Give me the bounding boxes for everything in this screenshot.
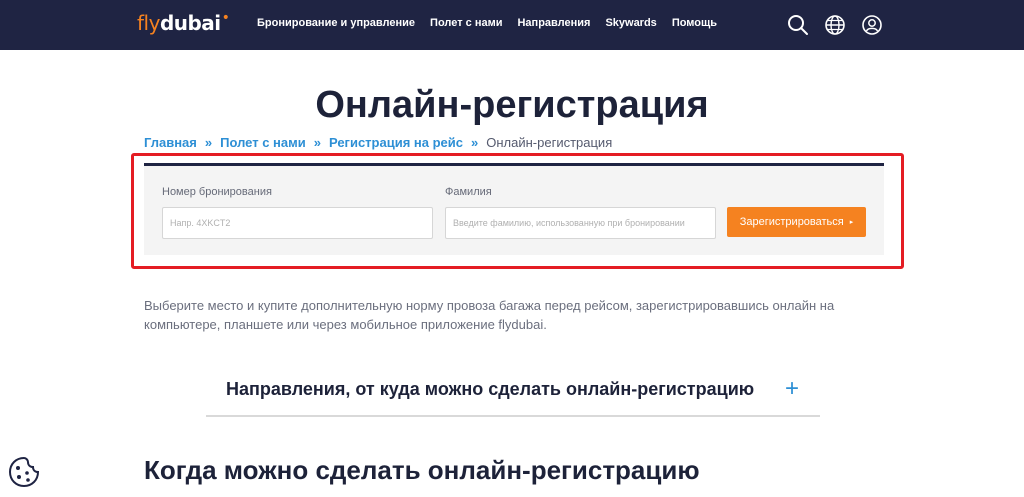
caret-right-icon: ▸: [849, 219, 854, 226]
section-title: Когда можно сделать онлайн-регистрацию: [144, 455, 700, 485]
user-icon[interactable]: [861, 14, 883, 36]
check-in-button[interactable]: Зарегистрироваться ▸: [727, 207, 866, 237]
breadcrumb-current: Онлайн-регистрация: [486, 135, 613, 150]
breadcrumb-home[interactable]: Главная: [144, 135, 197, 150]
search-icon[interactable]: [787, 14, 809, 36]
intro-text: Выберите место и купите дополнительную н…: [144, 298, 835, 332]
globe-icon[interactable]: [824, 14, 846, 36]
page-title: Онлайн-регистрация: [315, 84, 709, 126]
cookie-settings-icon[interactable]: [6, 454, 42, 490]
destinations-accordion[interactable]: Направления, от куда можно сделать онлай…: [206, 365, 820, 417]
check-in-form: Номер бронирования Фамилия Зарегистриров…: [144, 163, 884, 255]
main-nav: Бронирование и управление Полет с нами Н…: [257, 17, 732, 29]
surname-input[interactable]: [445, 207, 716, 239]
nav-item-help[interactable]: Помощь: [672, 17, 717, 29]
plus-icon[interactable]: +: [785, 377, 799, 401]
nav-item-destinations[interactable]: Направления: [517, 17, 590, 29]
breadcrumb-fly-with-us[interactable]: Полет с нами: [220, 135, 306, 150]
breadcrumb: Главная » Полет с нами » Регистрация на рейс…: [144, 135, 612, 150]
breadcrumb-check-in[interactable]: Регистрация на рейс: [329, 135, 463, 150]
check-in-button-label: Зарегистрироваться: [739, 216, 844, 228]
flydubai-logo[interactable]: flydubai•: [137, 10, 230, 37]
booking-reference-input[interactable]: [162, 207, 433, 239]
booking-reference-label: Номер бронирования: [162, 186, 272, 198]
accordion-title: Направления, от куда можно сделать онлай…: [226, 379, 755, 399]
top-navigation-bar: flydubai• Бронирование и управление Поле…: [0, 0, 1024, 50]
surname-label: Фамилия: [445, 186, 492, 198]
breadcrumb-separator: »: [471, 135, 479, 150]
breadcrumb-separator: »: [313, 135, 321, 150]
nav-item-booking-manage[interactable]: Бронирование и управление: [257, 17, 415, 29]
nav-item-fly-with-us[interactable]: Полет с нами: [430, 17, 502, 29]
breadcrumb-separator: »: [204, 135, 213, 150]
nav-item-skywards[interactable]: Skywards: [605, 17, 656, 29]
